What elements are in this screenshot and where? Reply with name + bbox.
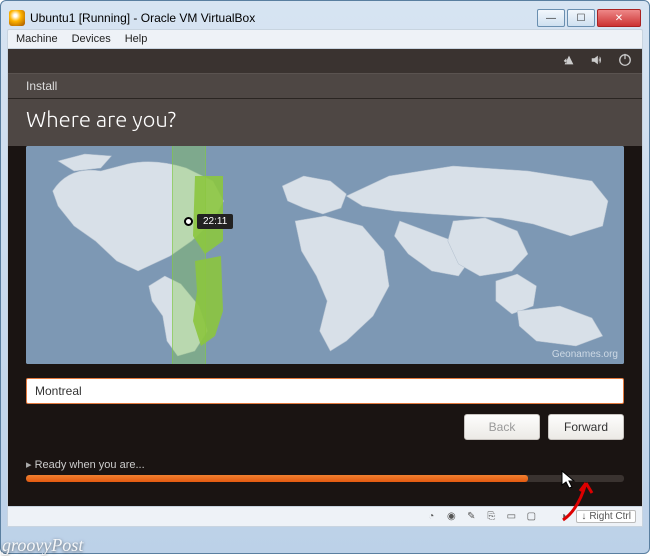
timezone-map[interactable]: 22:11 Geonames.org xyxy=(26,146,624,364)
optical-icon[interactable]: ◉ xyxy=(444,510,458,524)
hdd-icon[interactable]: ◔ xyxy=(424,510,438,524)
ubuntu-topbar xyxy=(8,49,642,73)
location-marker[interactable]: 22:11 xyxy=(184,214,233,229)
ready-status[interactable]: Ready when you are... xyxy=(26,459,145,471)
vbox-window: Ubuntu1 [Running] - Oracle VM VirtualBox… xyxy=(0,0,650,554)
titlebar[interactable]: Ubuntu1 [Running] - Oracle VM VirtualBox… xyxy=(7,7,643,29)
install-progress-fill xyxy=(26,475,528,482)
location-input[interactable] xyxy=(26,378,624,404)
menu-help[interactable]: Help xyxy=(125,33,148,45)
display-icon[interactable]: ▢ xyxy=(524,510,538,524)
network-adapter-icon[interactable]: ✎ xyxy=(464,510,478,524)
marker-dot-icon xyxy=(184,217,193,226)
menu-machine[interactable]: Machine xyxy=(16,33,58,45)
map-credit: Geonames.org xyxy=(552,349,618,360)
usb-icon[interactable]: ⎘ xyxy=(484,510,498,524)
install-progress xyxy=(26,475,624,482)
back-button[interactable]: Back xyxy=(464,414,540,440)
virtualbox-icon xyxy=(9,10,25,26)
close-button[interactable]: ✕ xyxy=(597,9,641,27)
page-title: Where are you? xyxy=(8,99,642,146)
minimize-button[interactable]: — xyxy=(537,9,565,27)
mouse-cursor-icon xyxy=(561,470,577,490)
marker-time: 22:11 xyxy=(197,214,233,229)
power-icon[interactable] xyxy=(618,53,632,70)
window-controls: — ☐ ✕ xyxy=(535,9,641,27)
vbox-statusbar: ◔ ◉ ✎ ⎘ ▭ ▢ ◑ ↓ Right Ctrl xyxy=(8,506,642,526)
forward-button[interactable]: Forward xyxy=(548,414,624,440)
window-title: Ubuntu1 [Running] - Oracle VM VirtualBox xyxy=(30,11,530,25)
shared-folders-icon[interactable]: ▭ xyxy=(504,510,518,524)
menubar: Machine Devices Help xyxy=(7,29,643,49)
selected-tz-land xyxy=(26,146,624,364)
network-icon[interactable] xyxy=(562,53,576,70)
vm-display: Install Where are you? xyxy=(7,49,643,527)
maximize-button[interactable]: ☐ xyxy=(567,9,595,27)
installer-header: Install xyxy=(8,73,642,99)
volume-icon[interactable] xyxy=(590,53,604,70)
menu-devices[interactable]: Devices xyxy=(72,33,111,45)
